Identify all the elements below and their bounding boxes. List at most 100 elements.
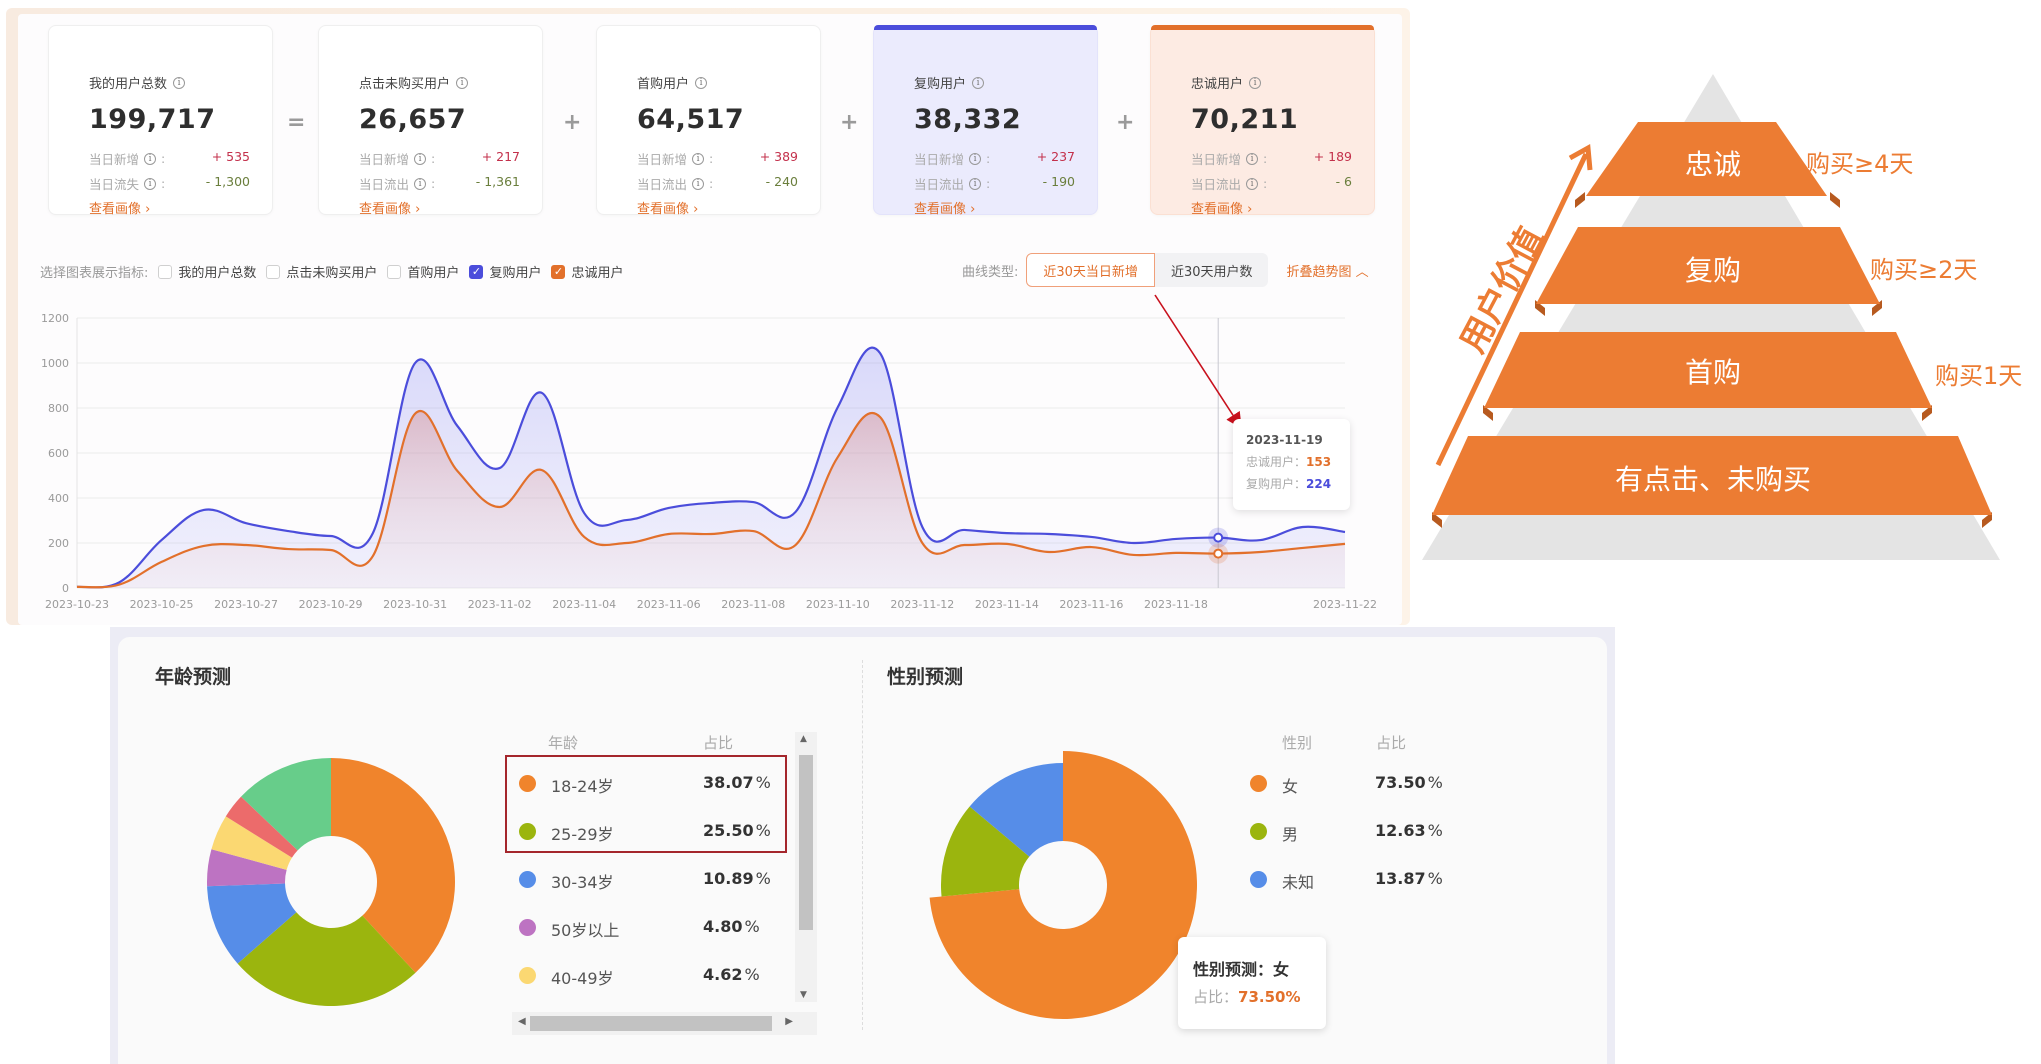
info-icon[interactable]: i [414,152,427,165]
age-legend-vscrollbar[interactable]: ▲ ▼ [795,732,817,1002]
info-icon[interactable]: i [173,76,186,89]
metric-filter-options: 我的用户总数 点击未购买用户 首购用户 ✓ 复购用户 ✓ 忠诚用户 [148,262,623,281]
checkbox-unchecked[interactable] [266,264,281,279]
legend-dot [519,871,536,888]
x-tick-label: 2023-10-25 [130,598,194,611]
metric-option[interactable]: ✓ 忠诚用户 [551,262,623,281]
card-title: 复购用户 i [914,73,985,92]
legend-dot [1250,823,1267,840]
scroll-right-icon[interactable]: ▶ [785,1016,793,1027]
y-tick-label: 1000 [41,357,69,370]
y-tick-label: 400 [48,492,69,505]
info-icon[interactable]: i [144,177,157,190]
metric-option-label: 忠诚用户 [571,266,624,281]
info-icon[interactable]: i [969,177,982,190]
curve-type-label: 曲线类型: [962,264,1019,280]
info-icon[interactable]: i [456,76,469,89]
view-profile-link[interactable]: 查看画像 › [1191,198,1252,217]
x-tick-label: 2023-11-14 [975,598,1039,611]
highlight-box [505,755,787,853]
card-repeat-purchase-users[interactable]: 复购用户 i 38,332 当日新增 i: + 237 当日流出 i: - 190 查看画… [873,25,1098,217]
card-value: 38,332 [914,104,1022,135]
vscroll-thumb[interactable] [799,755,813,930]
legend-percent: 4.80% [703,917,760,936]
x-tick-label: 2023-10-27 [214,598,278,611]
age-section-title: 年龄预测 [155,666,232,688]
scroll-left-icon[interactable]: ◀ [518,1016,526,1027]
view-profile-link[interactable]: 查看画像 › [914,198,975,217]
pyramid-note-loyal: 购买≥4天 [1806,150,1913,178]
card-daily-out: 当日流失 i: - 1,300 [89,174,250,192]
card-first-purchase-users[interactable]: 首购用户 i 64,517 当日新增 i: + 389 当日流出 i: - 240 查看画… [596,25,821,217]
checkbox-checked[interactable]: ✓ [551,264,566,279]
collapse-trend-link[interactable]: 折叠趋势图 ︿ [1286,261,1368,280]
card-loyal-users[interactable]: 忠诚用户 i 70,211 当日新增 i: + 189 当日流出 i: - 6 查看画像 … [1150,25,1375,217]
equals-sign: = [287,110,306,135]
y-tick-label: 200 [48,537,69,550]
scroll-down-icon[interactable]: ▼ [800,990,807,1000]
metric-option-label: 复购用户 [489,266,542,281]
gender-donut-chart[interactable] [920,740,1220,1040]
info-icon[interactable]: i [414,177,427,190]
info-icon[interactable]: i [1246,177,1259,190]
info-icon[interactable]: i [1249,76,1262,89]
tooltip-date: 2023-11-19 [1246,433,1323,447]
age-legend-hscrollbar[interactable]: ◀ ▶ [512,1012,817,1035]
card-value: 70,211 [1191,104,1299,135]
metric-option[interactable]: 首购用户 [387,262,459,281]
gender-col-header: 性别 [1282,734,1313,752]
hover-point-loyal [1213,548,1224,559]
scroll-up-icon[interactable]: ▲ [800,734,807,744]
checkbox-unchecked[interactable] [387,264,402,279]
card-daily-new: 当日新增 i: + 535 [89,149,250,167]
age-donut-chart[interactable] [201,752,461,1012]
legend-dot [1250,871,1267,888]
curve-type-daily-new[interactable]: 近30天当日新增 [1026,253,1155,287]
metric-option-label: 点击未购买用户 [286,266,378,281]
metric-option[interactable]: 我的用户总数 [158,262,256,281]
metric-option[interactable]: ✓ 复购用户 [469,262,541,281]
view-profile-link[interactable]: 查看画像 › [89,198,150,217]
checkbox-checked[interactable]: ✓ [469,264,484,279]
info-icon[interactable]: i [144,152,157,165]
info-icon[interactable]: i [1246,152,1259,165]
hover-point-repeat-purchase [1213,532,1224,543]
view-profile-link[interactable]: 查看画像 › [637,198,698,217]
card-total-users[interactable]: 我的用户总数 i 199,717 当日新增 i: + 535 当日流失 i: - 1,30… [48,25,273,217]
legend-label: 30-34岁 [551,873,614,892]
daily-new-value: + 535 [211,149,250,164]
y-tick-label: 1200 [41,312,69,325]
pyramid-level-click-no-buy: 有点击、未购买 [1432,436,1992,528]
card-daily-out: 当日流出 i: - 190 [914,174,1075,192]
pyramid-label-repeat: 复购 [1685,254,1741,287]
info-icon[interactable]: i [692,177,705,190]
card-value: 199,717 [89,104,216,135]
info-icon[interactable]: i [972,76,985,89]
info-icon[interactable]: i [695,76,708,89]
legend-percent: 10.89% [703,869,771,888]
card-accent-bar [874,25,1097,30]
daily-new-value: + 237 [1036,149,1075,164]
gender-tooltip: 性别预测：女 占比：73.50% [1178,937,1326,1029]
trend-chart[interactable]: 0 200 400 600 800 1000 1200 2023-10-23 2023-10-2… [30,305,1380,615]
legend-label: 未知 [1282,873,1315,892]
chart-tooltip: 2023-11-19 忠诚用户：153 复购用户：224 [1233,419,1350,510]
info-icon[interactable]: i [969,152,982,165]
legend-label: 女 [1282,777,1299,796]
card-daily-new: 当日新增 i: + 217 [359,149,520,167]
legend-percent: 13.87% [1375,869,1443,888]
card-click-no-buy-users[interactable]: 点击未购买用户 i 26,657 当日新增 i: + 217 当日流出 i: - 1,36… [318,25,543,217]
metric-option[interactable]: 点击未购买用户 [266,262,377,281]
curve-type-user-count[interactable]: 近30天用户数 [1154,253,1269,287]
checkbox-unchecked[interactable] [158,264,173,279]
legend-dot [1250,775,1267,792]
view-profile-link[interactable]: 查看画像 › [359,198,420,217]
plus-sign: + [1116,110,1135,135]
x-tick-label: 2023-11-22 [1313,598,1377,611]
hscroll-thumb[interactable] [530,1016,772,1031]
x-tick-label: 2023-11-16 [1059,598,1123,611]
y-tick-label: 600 [48,447,69,460]
info-icon[interactable]: i [692,152,705,165]
card-daily-new: 当日新增 i: + 389 [637,149,798,167]
x-tick-label: 2023-11-10 [806,598,870,611]
